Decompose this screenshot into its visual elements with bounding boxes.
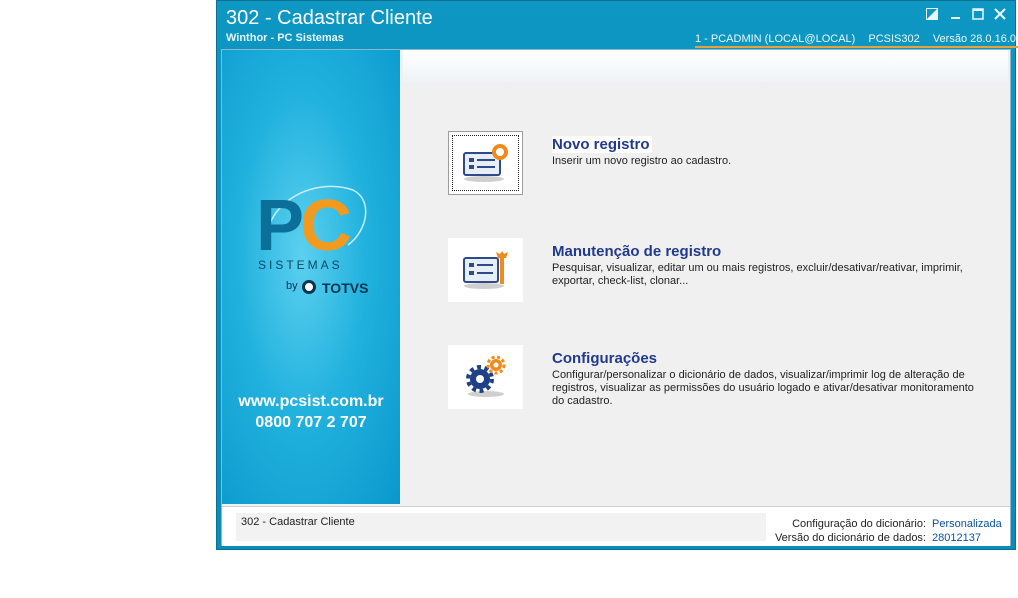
window-title: 302 - Cadastrar Cliente [226,7,433,29]
version-value: 28012137 [932,532,981,544]
close-icon[interactable] [991,7,1009,23]
website-text: www.pcsist.com.br [238,393,384,410]
maintenance-button[interactable] [448,238,523,302]
app-window: 302 - Cadastrar Cliente Winthor - PC Sis… [216,0,1018,550]
session-user: 1 - PCADMIN (LOCAL@LOCAL) [695,33,856,45]
logo-subtitle: SISTEMAS [258,258,343,272]
content-area: PC SISTEMAS by TOTVS www.pcsist.com.br 0… [221,49,1011,546]
maximize-icon[interactable] [969,7,987,23]
logo-letter-p: P [256,186,304,266]
pc-logo: PC [256,190,352,262]
settings-gears-icon [466,355,506,397]
header-band [403,50,1008,82]
version-label: Versão do dicionário de dados: [774,532,926,544]
settings-button[interactable] [448,345,523,409]
phone-text: 0800 707 2 707 [255,414,367,431]
config-value: Personalizada [932,518,1002,530]
new-record-description: Inserir um novo registro ao cadastro. [552,155,732,167]
new-record-title[interactable]: Novo registro [552,136,652,153]
brand-sidebar: PC SISTEMAS by TOTVS www.pcsist.com.br 0… [222,50,400,504]
logo-letter-c: C [300,186,352,266]
maintenance-icon [463,251,508,289]
totvs-brand: TOTVS [322,280,369,296]
settings-title[interactable]: Configurações [552,350,657,367]
totvs-logo-icon [302,280,316,294]
new-record-icon [463,144,508,182]
session-version: Versão 28.0.16.001 [932,33,1018,45]
status-screen-name: 302 - Cadastrar Cliente [236,513,766,541]
maintenance-description: Pesquisar, visualizar, editar um ou mais… [552,262,963,287]
window-subtitle: Winthor - PC Sistemas [226,32,344,44]
dictionary-info: Configuração do dicionário: Personalizad… [770,517,1006,545]
settings-description: Configurar/personalizar o dicionário de … [552,369,974,407]
minimize-icon[interactable] [947,7,965,23]
session-module: PCSIS302 [868,33,920,45]
restore-icon[interactable] [923,7,941,23]
by-label: by [286,280,298,292]
maintenance-title[interactable]: Manutenção de registro [552,243,721,260]
status-bar: 302 - Cadastrar Cliente Configuração do … [222,506,1010,546]
session-info: 1 - PCADMIN (LOCAL@LOCAL) PCSIS302 Versã… [695,33,1018,48]
config-label: Configuração do dicionário: [792,518,926,530]
new-record-button[interactable] [448,131,523,195]
